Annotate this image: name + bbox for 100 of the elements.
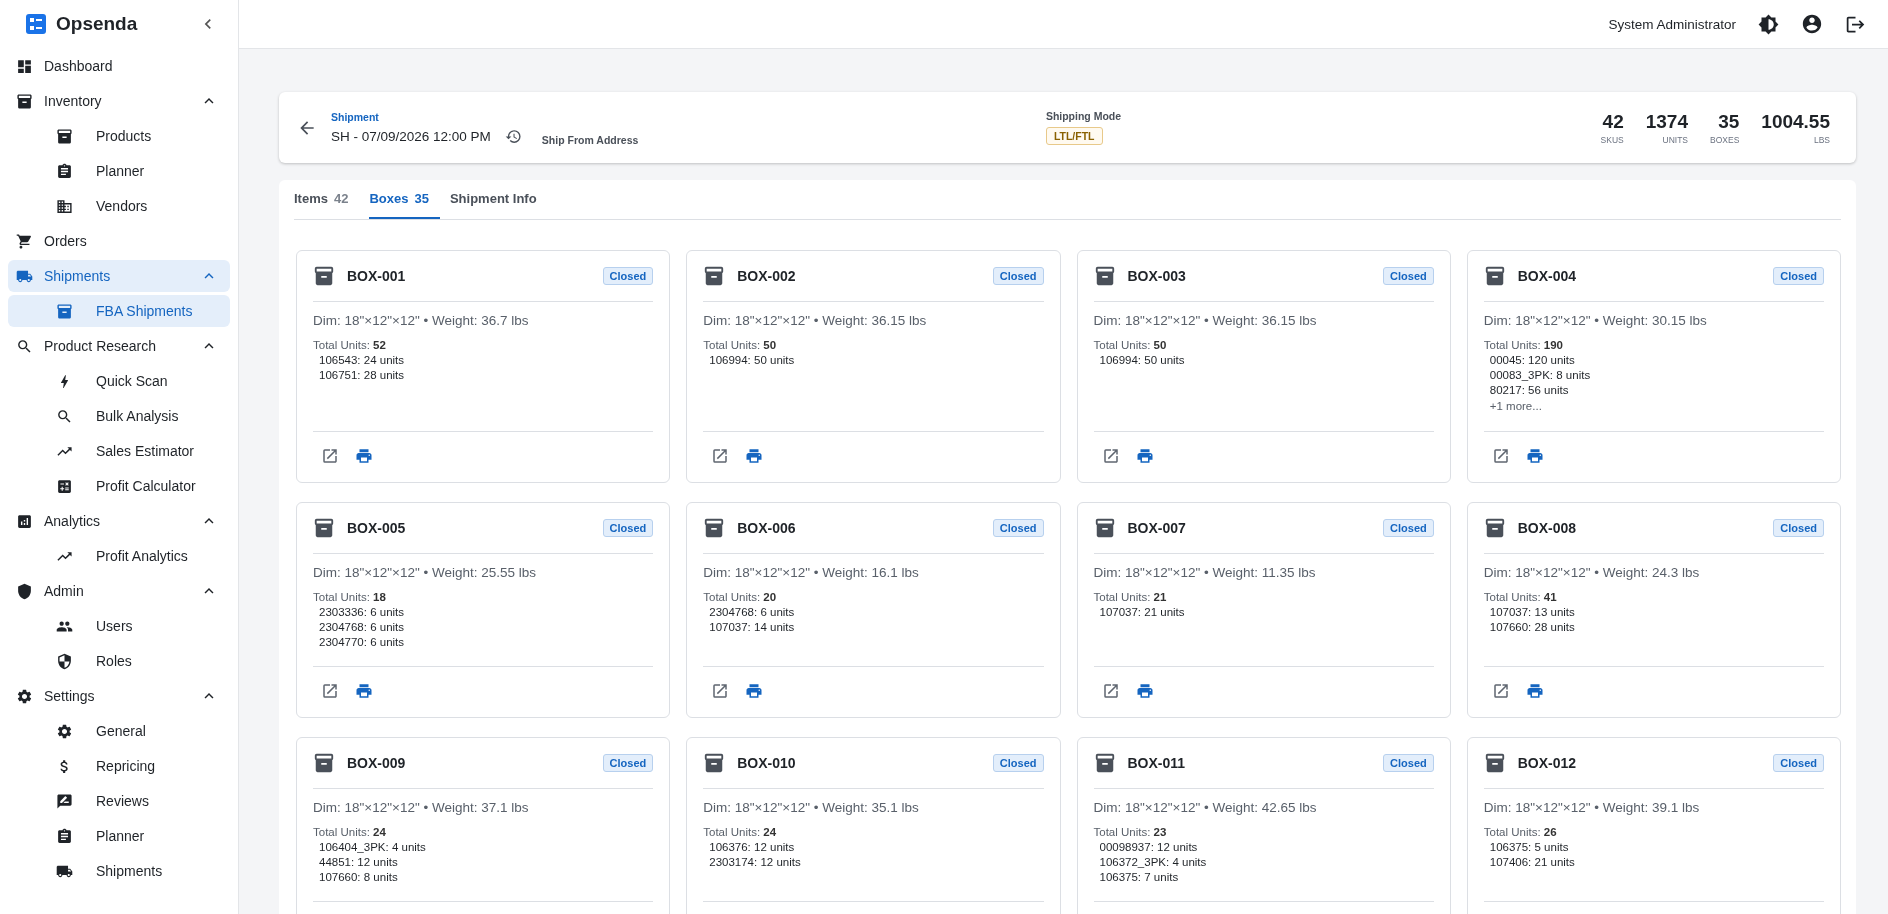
nav-item[interactable]: Orders: [8, 225, 230, 257]
tab[interactable]: Boxes 35: [369, 180, 440, 219]
archive-box-icon: [313, 752, 335, 774]
nav-item[interactable]: Analytics: [8, 505, 230, 537]
total-units: Total Units: 20: [703, 590, 778, 605]
box-dimensions: Dim: 18"×12"×12" • Weight: 16.1 lbs: [703, 564, 920, 582]
nav-item[interactable]: Product Research: [8, 330, 230, 362]
open-box-button[interactable]: [1491, 682, 1510, 700]
print-label-button[interactable]: [355, 682, 373, 700]
print-label-button[interactable]: [1525, 682, 1544, 700]
item-line: 107037: 14 units: [708, 620, 796, 635]
nav-item[interactable]: General: [8, 715, 230, 747]
open-box-button[interactable]: [711, 447, 730, 465]
shipping-mode-badge: LTL/FTL: [1045, 127, 1103, 145]
total-units: Total Units: 190: [1483, 338, 1564, 353]
open-external-icon: [1491, 447, 1510, 465]
item-line: 2304770: 6 units: [318, 635, 406, 650]
print-icon: [745, 682, 764, 700]
nav-item[interactable]: Bulk Analysis: [8, 400, 230, 432]
nav-item[interactable]: Products: [8, 120, 230, 152]
print-label-button[interactable]: [1525, 447, 1544, 465]
nav-item[interactable]: Repricing: [8, 750, 230, 782]
item-line: 107660: 8 units: [318, 870, 399, 885]
item-line: 2303336: 6 units: [318, 605, 406, 620]
stat-label: UNITS: [1662, 134, 1688, 145]
print-icon: [1135, 682, 1154, 700]
nav-item[interactable]: Settings: [8, 680, 230, 712]
history-icon: [504, 128, 522, 145]
print-label-button[interactable]: [745, 682, 764, 700]
nav-item[interactable]: Reviews: [8, 785, 230, 817]
user-name: System Administrator: [1608, 16, 1736, 32]
tab[interactable]: Items 42: [294, 180, 360, 219]
print-icon: [355, 447, 373, 465]
nav-item[interactable]: Vendors: [8, 190, 230, 222]
nav-item[interactable]: Sales Estimator: [8, 435, 230, 467]
status-badge: Closed: [992, 754, 1044, 772]
status-badge: Closed: [602, 519, 654, 537]
box-dimensions: Dim: 18"×12"×12" • Weight: 30.15 lbs: [1483, 312, 1708, 330]
calculator-icon: [56, 477, 73, 495]
archive-box-icon: [313, 517, 335, 539]
nav-item[interactable]: Inventory: [8, 85, 230, 117]
settings-icon: [16, 687, 33, 705]
box-dimensions: Dim: 18"×12"×12" • Weight: 37.1 lbs: [313, 799, 530, 817]
item-line: 44851: 12 units: [318, 855, 399, 870]
open-box-button[interactable]: [321, 447, 339, 465]
print-label-button[interactable]: [745, 447, 764, 465]
print-icon: [745, 447, 764, 465]
item-line: 106543: 24 units: [318, 353, 406, 368]
app-name: Opsenda: [56, 13, 139, 35]
nav-item[interactable]: Quick Scan: [8, 365, 230, 397]
theme-toggle-icon: [1758, 13, 1779, 35]
print-icon: [355, 682, 373, 700]
box-dimensions: Dim: 18"×12"×12" • Weight: 36.7 lbs: [313, 312, 530, 330]
status-badge: Closed: [602, 267, 654, 285]
open-box-button[interactable]: [711, 682, 730, 700]
nav-item[interactable]: Roles: [8, 645, 230, 677]
item-line: 106372_3PK: 4 units: [1098, 855, 1208, 870]
box-dimensions: Dim: 18"×12"×12" • Weight: 24.3 lbs: [1483, 564, 1701, 582]
open-box-button[interactable]: [321, 682, 339, 700]
theme-toggle-button[interactable]: [1758, 13, 1779, 35]
open-box-button[interactable]: [1101, 682, 1120, 700]
nav-item[interactable]: Profit Analytics: [8, 540, 230, 572]
nav-item[interactable]: Shipments: [8, 260, 230, 292]
nav-item[interactable]: FBA Shipments: [8, 295, 230, 327]
archive-box-icon: [1483, 265, 1506, 287]
box-title: BOX-009: [347, 755, 407, 771]
item-line: 00098937: 12 units: [1098, 840, 1199, 855]
open-box-button[interactable]: [1491, 447, 1510, 465]
print-label-button[interactable]: [1135, 447, 1154, 465]
nav-item[interactable]: Admin: [8, 575, 230, 607]
total-units: Total Units: 18: [313, 590, 387, 605]
box-dimensions: Dim: 18"×12"×12" • Weight: 25.55 lbs: [313, 564, 537, 582]
item-line: 107660: 28 units: [1488, 620, 1576, 635]
status-badge: Closed: [992, 519, 1044, 537]
total-units: Total Units: 52: [313, 338, 387, 353]
shield-icon: [56, 652, 73, 670]
ship-from-label: Ship From Address: [541, 134, 639, 146]
nav-item[interactable]: Planner: [8, 155, 230, 187]
box-title: BOX-004: [1517, 268, 1578, 284]
tab[interactable]: Shipment Info: [449, 180, 548, 219]
nav-item[interactable]: Dashboard: [8, 50, 230, 82]
archive-box-icon: [1483, 752, 1506, 774]
item-line: 106994: 50 units: [708, 353, 796, 368]
total-units: Total Units: 41: [1483, 590, 1558, 605]
search-icon: [16, 337, 33, 355]
nav-item[interactable]: Shipments: [8, 855, 230, 887]
box-title: BOX-002: [737, 268, 797, 284]
open-external-icon: [321, 447, 339, 465]
status-badge: Closed: [602, 754, 654, 772]
open-box-button[interactable]: [1101, 447, 1120, 465]
print-label-button[interactable]: [355, 447, 373, 465]
print-label-button[interactable]: [1135, 682, 1154, 700]
account-button[interactable]: [1801, 13, 1823, 35]
history-button[interactable]: [504, 128, 522, 145]
box-dimensions: Dim: 18"×12"×12" • Weight: 36.15 lbs: [1093, 312, 1318, 330]
nav-item[interactable]: Profit Calculator: [8, 470, 230, 502]
nav-item[interactable]: Users: [8, 610, 230, 642]
search-icon: [56, 407, 73, 425]
archive-box-icon: [1483, 517, 1506, 539]
nav-item[interactable]: Planner: [8, 820, 230, 852]
